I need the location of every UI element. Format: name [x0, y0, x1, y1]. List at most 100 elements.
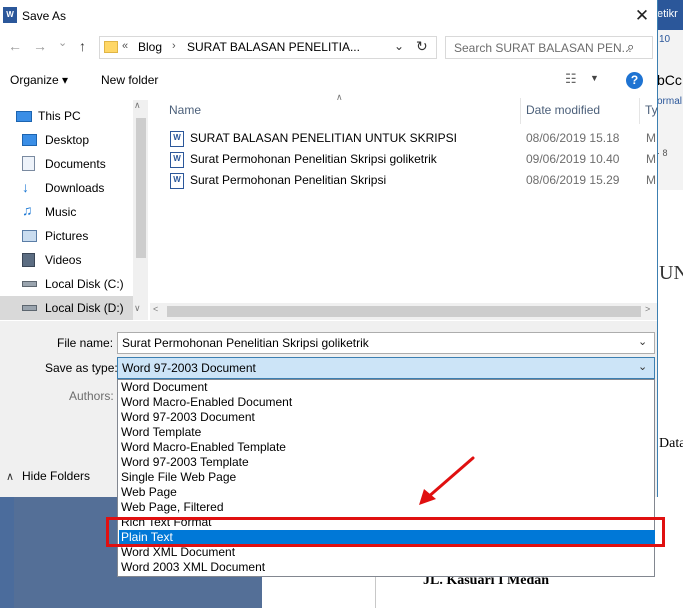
- tree-item-local-disk-d[interactable]: Local Disk (D:): [0, 296, 133, 320]
- save-type-option[interactable]: Word Document: [119, 380, 655, 395]
- tree-item-label: Downloads: [45, 181, 105, 195]
- recent-locations-icon[interactable]: ⌄: [58, 36, 67, 49]
- save-type-option[interactable]: Word 2003 XML Document: [119, 560, 655, 575]
- folder-icon: [104, 41, 118, 53]
- tree-item-this-pc[interactable]: This PC: [0, 104, 133, 128]
- scroll-left-icon[interactable]: <: [153, 304, 158, 314]
- documents-icon: [22, 156, 35, 171]
- breadcrumb-overflow[interactable]: «: [122, 40, 128, 52]
- save-as-type-list[interactable]: Word Document Word Macro-Enabled Documen…: [117, 379, 655, 577]
- file-row[interactable]: SURAT BALASAN PENELITIAN UNTUK SKRIPSI 0…: [170, 128, 657, 148]
- save-as-type-dropdown-icon[interactable]: ⌄: [638, 360, 647, 373]
- tree-item-local-disk-c[interactable]: Local Disk (C:): [0, 272, 133, 296]
- save-type-option[interactable]: Word 97-2003 Template: [119, 455, 655, 470]
- hide-folders-icon[interactable]: ∧: [6, 470, 14, 483]
- breadcrumb-separator[interactable]: ›: [172, 40, 176, 52]
- scroll-right-icon[interactable]: >: [645, 304, 650, 314]
- view-dropdown-icon[interactable]: ▼: [590, 73, 599, 83]
- address-dropdown-icon[interactable]: ⌄: [394, 39, 404, 53]
- tree-scroll-up-icon[interactable]: ∧: [134, 100, 141, 111]
- file-name: SURAT BALASAN PENELITIAN UNTUK SKRIPSI: [190, 131, 457, 145]
- tree-scrollbar-thumb[interactable]: [136, 118, 146, 258]
- up-folder-icon[interactable]: ↑: [79, 38, 86, 54]
- desktop-icon: [22, 134, 37, 146]
- forward-arrow-icon[interactable]: →: [33, 38, 47, 54]
- file-type: M: [646, 152, 656, 166]
- file-name: Surat Permohonan Penelitian Skripsi goli…: [190, 152, 437, 166]
- doc-heading-fragment: UN: [659, 262, 683, 284]
- word-file-icon: [170, 173, 184, 189]
- tree-item-label: Documents: [45, 157, 106, 171]
- organize-button[interactable]: Organize ▾: [10, 73, 68, 87]
- hide-folders-button[interactable]: Hide Folders: [22, 469, 90, 483]
- videos-icon: [22, 253, 35, 267]
- save-as-type-label: Save as type:: [45, 361, 118, 375]
- file-name-label: File name:: [57, 336, 114, 350]
- tree-item-label: Music: [45, 205, 77, 219]
- refresh-icon[interactable]: ↻: [416, 38, 428, 55]
- save-type-option[interactable]: Word 97-2003 Document: [119, 410, 655, 425]
- tree-item-videos[interactable]: Videos: [0, 248, 133, 272]
- sort-indicator-icon: ∧: [336, 92, 343, 102]
- horizontal-scrollbar-thumb[interactable]: [167, 306, 641, 317]
- ribbon-font-size: 10: [659, 34, 671, 45]
- help-icon[interactable]: ?: [626, 72, 643, 89]
- tree-item-label: This PC: [38, 109, 81, 123]
- close-button[interactable]: ✕: [632, 6, 652, 26]
- search-icon[interactable]: ⌕: [627, 39, 634, 55]
- ribbon-style-preview: bCc: [657, 72, 682, 88]
- dialog-title: Save As: [22, 9, 67, 23]
- ribbon-title-fragment: etikr: [657, 8, 678, 20]
- view-options-icon[interactable]: ☷: [565, 71, 577, 87]
- back-arrow-icon[interactable]: ←: [8, 38, 22, 54]
- file-date: 09/06/2019 10.40: [526, 152, 620, 166]
- tree-item-documents[interactable]: Documents: [0, 152, 133, 176]
- tree-item-music[interactable]: ♫ Music: [0, 200, 133, 224]
- tree-item-pictures[interactable]: Pictures: [0, 224, 133, 248]
- save-type-option[interactable]: Web Page, Filtered: [119, 500, 655, 515]
- column-header-name[interactable]: Name: [169, 103, 201, 117]
- save-type-option[interactable]: Word Macro-Enabled Template: [119, 440, 655, 455]
- tree-item-label: Local Disk (D:): [45, 301, 124, 315]
- save-as-type-value: Word 97-2003 Document: [122, 361, 256, 375]
- breadcrumb-blog[interactable]: Blog: [138, 40, 162, 54]
- authors-label: Authors:: [69, 389, 114, 403]
- save-type-option[interactable]: Word Macro-Enabled Document: [119, 395, 655, 410]
- column-header-type[interactable]: Ty: [645, 103, 658, 117]
- pictures-icon: [22, 230, 37, 242]
- tree-item-label: Pictures: [45, 229, 89, 243]
- tree-scroll-down-icon[interactable]: ∨: [134, 303, 141, 314]
- new-folder-button[interactable]: New folder: [101, 73, 158, 87]
- file-name: Surat Permohonan Penelitian Skripsi: [190, 173, 387, 187]
- downloads-icon: ↓: [22, 179, 29, 195]
- red-arrow-annotation: [419, 456, 475, 505]
- file-name-value: Surat Permohonan Penelitian Skripsi goli…: [122, 336, 369, 350]
- word-icon: W: [3, 7, 17, 23]
- file-type: M: [646, 173, 656, 187]
- tree-item-desktop[interactable]: Desktop: [0, 128, 133, 152]
- save-type-option[interactable]: Single File Web Page: [119, 470, 655, 485]
- breadcrumb-current-folder[interactable]: SURAT BALASAN PENELITIA...: [187, 40, 360, 54]
- file-name-field[interactable]: Surat Permohonan Penelitian Skripsi goli…: [117, 332, 655, 354]
- drive-icon: [22, 305, 37, 311]
- save-type-option[interactable]: Word Template: [119, 425, 655, 440]
- column-divider[interactable]: [639, 98, 640, 124]
- save-as-type-select[interactable]: Word 97-2003 Document ⌄: [117, 357, 655, 379]
- tree-item-label: Local Disk (C:): [45, 277, 124, 291]
- address-bar[interactable]: « Blog › SURAT BALASAN PENELITIA... ⌄ ↻: [99, 36, 437, 59]
- file-row[interactable]: Surat Permohonan Penelitian Skripsi 08/0…: [170, 170, 657, 190]
- doc-text-fragment: Data: [659, 436, 683, 451]
- ruler-mark: · 8: [657, 148, 668, 158]
- navigation-pane: This PC Desktop Documents ↓ Downloads ♫ …: [0, 98, 148, 320]
- title-bar: W Save As ✕: [0, 0, 657, 33]
- search-input[interactable]: Search SURAT BALASAN PEN... ⌕: [445, 36, 653, 59]
- music-icon: ♫: [22, 202, 33, 218]
- save-type-option[interactable]: Word XML Document: [119, 545, 655, 560]
- drive-icon: [22, 281, 37, 287]
- file-row[interactable]: Surat Permohonan Penelitian Skripsi goli…: [170, 149, 657, 169]
- file-name-dropdown-icon[interactable]: ⌄: [638, 335, 647, 348]
- column-divider[interactable]: [520, 98, 521, 124]
- tree-item-downloads[interactable]: ↓ Downloads: [0, 176, 133, 200]
- column-header-date[interactable]: Date modified: [526, 103, 600, 117]
- save-type-option[interactable]: Web Page: [119, 485, 655, 500]
